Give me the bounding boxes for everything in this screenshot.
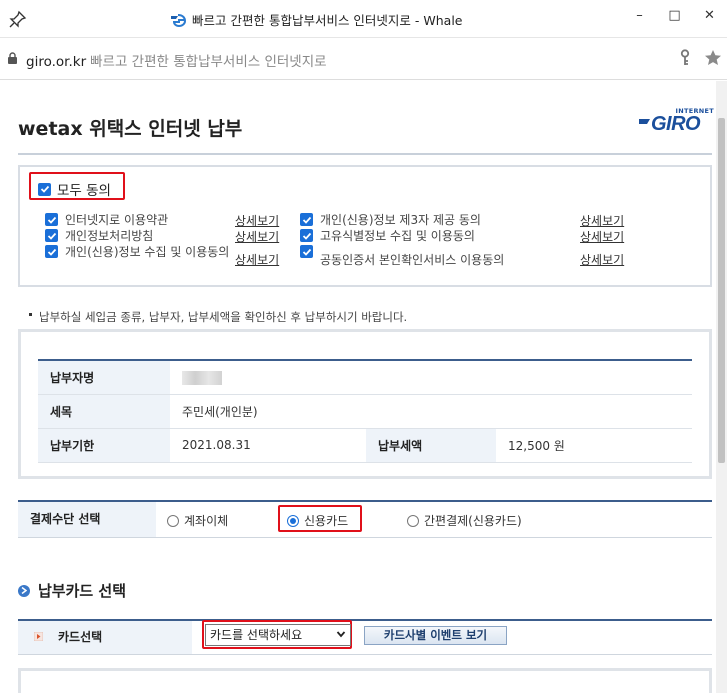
checkbox-icon[interactable] xyxy=(45,245,58,258)
agree-all-label: 모두 동의 xyxy=(57,183,111,199)
checkbox-icon[interactable] xyxy=(300,229,313,242)
radio-label: 간편결제(신용카드) xyxy=(424,514,522,528)
tax-item-label: 세목 xyxy=(38,394,170,429)
section-arrow-icon xyxy=(18,584,30,597)
url-text[interactable]: giro.or.kr 빠르고 간편한 통합납부서비스 인터넷지로 xyxy=(26,50,327,70)
checkbox-icon[interactable] xyxy=(300,245,313,258)
notice-text: 납부하실 세입금 종류, 납부자, 납부세액을 확인하신 후 납부하시기 바랍니… xyxy=(39,310,408,324)
page-content: wetax 위택스 인터넷 납부 INTERNET GIRO 모두 동의 인터넷… xyxy=(0,81,716,693)
checkbox-icon[interactable] xyxy=(45,229,58,242)
card-select-label: 카드선택 xyxy=(18,621,192,654)
checkbox-icon[interactable] xyxy=(300,213,313,226)
tax-item-value: 주민세(개인분) xyxy=(170,394,692,429)
table-row: 납부자명 xyxy=(38,360,692,395)
giro-logo: INTERNET GIRO xyxy=(638,107,714,135)
url-page-title: 빠르고 간편한 통합납부서비스 인터넷지로 xyxy=(90,54,327,70)
detail-link-third-party[interactable]: 상세보기 xyxy=(580,212,624,229)
lock-icon[interactable] xyxy=(7,52,18,65)
agreement-label: 고유식별정보 수집 및 이용동의 xyxy=(320,229,475,243)
radio-credit-card[interactable]: 신용카드 xyxy=(287,512,348,529)
checkbox-icon[interactable] xyxy=(38,182,51,196)
close-button[interactable]: ✕ xyxy=(692,0,727,30)
chevron-down-icon xyxy=(336,631,346,638)
card-event-button[interactable]: 카드사별 이벤트 보기 xyxy=(364,626,507,645)
window-title: 빠르고 간편한 통합납부서비스 인터넷지로 - Whale xyxy=(192,13,463,28)
detail-link-credit-info[interactable]: 상세보기 xyxy=(235,251,279,268)
detail-link-certificate[interactable]: 상세보기 xyxy=(580,251,624,268)
key-icon[interactable] xyxy=(678,49,692,67)
table-row: 납부기한 2021.08.31 납부세액 12,500 원 xyxy=(38,428,692,463)
amount-label: 납부세액 xyxy=(366,428,496,463)
title-divider xyxy=(18,153,712,155)
card-section-title: 납부카드 선택 xyxy=(18,580,126,601)
radio-easy-pay[interactable]: 간편결제(신용카드) xyxy=(407,512,522,529)
detail-link-unique-id[interactable]: 상세보기 xyxy=(580,228,624,245)
notice-bullet xyxy=(29,313,32,316)
url-domain: giro.or.kr xyxy=(26,54,87,70)
due-date-value: 2021.08.31 xyxy=(170,428,366,463)
pin-icon[interactable] xyxy=(8,9,28,29)
table-row: 세목 주민세(개인분) xyxy=(38,394,692,429)
page-title: wetax 위택스 인터넷 납부 xyxy=(18,118,243,140)
minimize-button[interactable]: – xyxy=(622,0,657,30)
logo-giro-text: GIRO xyxy=(651,113,701,135)
agreement-label: 공동인증서 본인확인서비스 이용동의 xyxy=(320,253,505,267)
radio-selected-icon[interactable] xyxy=(287,514,299,527)
radio-label: 신용카드 xyxy=(304,514,349,528)
radio-label: 계좌이체 xyxy=(184,514,229,528)
payer-name-label: 납부자명 xyxy=(38,360,170,395)
card-select-value: 카드를 선택하세요 xyxy=(210,628,303,642)
agreement-item-unique-id[interactable]: 고유식별정보 수집 및 이용동의 xyxy=(300,228,560,244)
payment-method-label: 결제수단 선택 xyxy=(18,502,156,537)
radio-bank-transfer[interactable]: 계좌이체 xyxy=(167,512,228,529)
detail-link-privacy[interactable]: 상세보기 xyxy=(235,228,279,245)
window-titlebar: 빠르고 간편한 통합납부서비스 인터넷지로 - Whale – □ ✕ xyxy=(0,0,727,38)
payer-name-value xyxy=(170,360,692,395)
payment-info-table: 납부자명 세목 주민세(개인분) 납부기한 2021.08.31 납부세액 12… xyxy=(38,359,692,463)
detail-link-terms[interactable]: 상세보기 xyxy=(235,212,279,229)
agreement-item-certificate[interactable]: 공동인증서 본인확인서비스 이용동의 xyxy=(300,244,570,276)
due-date-label: 납부기한 xyxy=(38,428,170,463)
agreement-label: 개인(신용)정보 제3자 제공 동의 xyxy=(320,213,481,227)
agreement-item-third-party[interactable]: 개인(신용)정보 제3자 제공 동의 xyxy=(300,212,560,228)
radio-icon[interactable] xyxy=(167,514,179,527)
agreement-label: 인터넷지로 이용약관 xyxy=(65,213,169,227)
maximize-button[interactable]: □ xyxy=(657,0,692,30)
giro-favicon-icon xyxy=(171,13,186,27)
address-bar[interactable]: giro.or.kr 빠르고 간편한 통합납부서비스 인터넷지로 xyxy=(0,38,727,80)
agree-all-checkbox[interactable]: 모두 동의 xyxy=(38,179,111,199)
radio-icon[interactable] xyxy=(407,514,419,527)
agreement-label: 개인정보처리방침 xyxy=(65,229,154,243)
amount-value: 12,500 원 xyxy=(496,428,692,463)
blurred-name xyxy=(182,370,222,385)
bookmark-star-icon[interactable] xyxy=(703,48,723,68)
payment-method-row: 결제수단 선택 xyxy=(18,500,712,538)
agreement-label: 개인(신용)정보 수집 및 이용동의 xyxy=(65,245,230,259)
scrollbar-thumb[interactable] xyxy=(718,118,725,463)
card-section-title-text: 납부카드 선택 xyxy=(38,582,127,600)
checkbox-icon[interactable] xyxy=(45,213,58,226)
card-detail-box xyxy=(18,668,712,693)
card-select-dropdown[interactable]: 카드를 선택하세요 xyxy=(205,624,351,646)
row-arrow-icon xyxy=(34,632,43,641)
